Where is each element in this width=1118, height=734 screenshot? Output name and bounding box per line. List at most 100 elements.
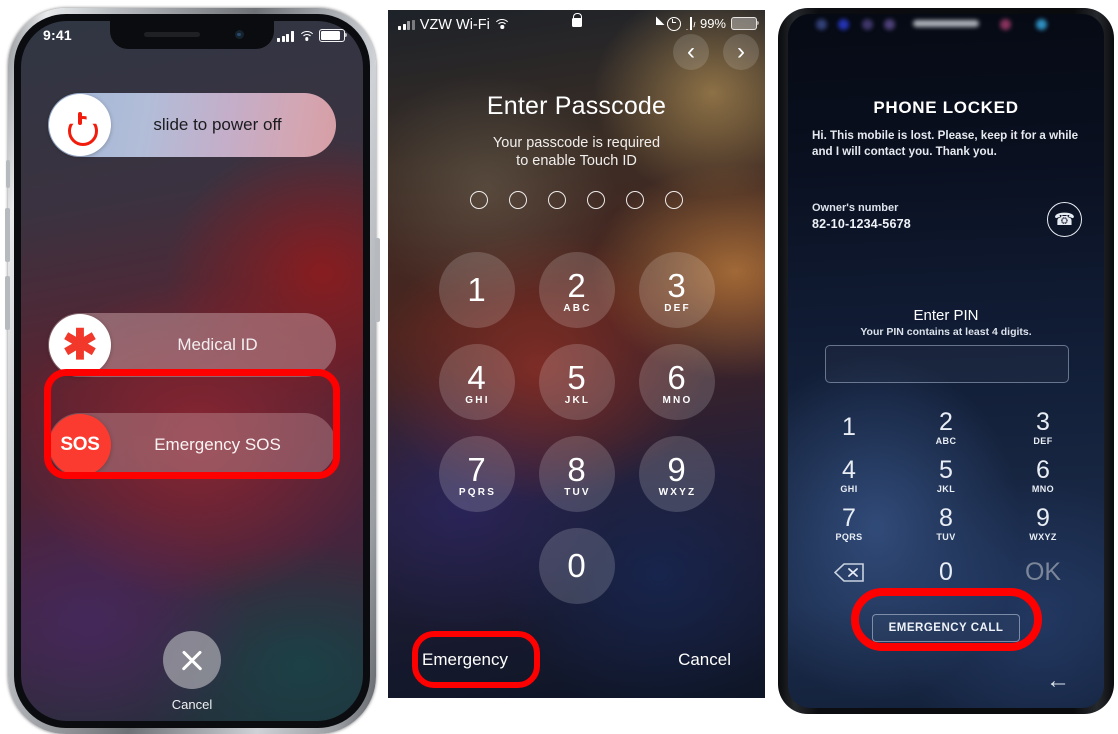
key-0[interactable]: 0 (538, 528, 615, 604)
key-3-number: 3 (667, 267, 686, 304)
phone-handset-icon[interactable]: ☎ (1047, 202, 1082, 237)
side-button-mute[interactable] (6, 160, 10, 188)
side-button-power[interactable] (375, 238, 380, 322)
back-arrow-icon[interactable]: ← (1046, 669, 1070, 693)
key-4-letters: GHI (465, 395, 490, 406)
status-dot-icon (838, 19, 849, 30)
owner-number-value: 82-10-1234-5678 (812, 217, 911, 231)
passcode-dots (388, 191, 765, 209)
key-5-number: 5 (939, 456, 953, 484)
bluetooth-icon (686, 17, 695, 30)
key-9-letters: WXYZ (658, 487, 697, 498)
wifi-icon (493, 19, 511, 30)
emergency-call-button[interactable]: EMERGENCY CALL (871, 614, 1021, 642)
chevron-left-icon: ‹ (687, 38, 695, 65)
key-7-number: 7 (467, 451, 486, 488)
key-3[interactable]: 3 DEF (995, 404, 1092, 452)
keypad-row: 1 2 ABC 3 DEF (438, 252, 715, 328)
phone-locked-title: PHONE LOCKED (873, 98, 1019, 117)
cancel-button[interactable] (163, 631, 221, 689)
status-dot-icon (1036, 19, 1047, 30)
key-4[interactable]: 4 GHI (801, 452, 898, 500)
keypad-row: 4 GHI 5 JKL 6 MNO (788, 452, 1104, 500)
key-3-number: 3 (1036, 408, 1050, 436)
key-7-number: 7 (842, 504, 856, 532)
alarm-icon (666, 16, 681, 31)
key-0-number: 0 (567, 547, 586, 584)
previous-screenshot-button[interactable]: ‹ (673, 34, 709, 70)
screenshot-stage: 9:41 slide to power off ✱ Medical ID SOS… (0, 0, 1118, 734)
key-5-number: 5 (567, 359, 586, 396)
cancel-button[interactable]: Cancel (678, 650, 731, 670)
key-5[interactable]: 5 JKL (538, 344, 615, 420)
front-camera (235, 30, 244, 39)
medical-id-slider[interactable]: ✱ Medical ID (48, 313, 336, 377)
passcode-bottom-bar: Emergency Cancel (388, 650, 765, 670)
keypad-row: 1 2 ABC 3 DEF (788, 404, 1104, 452)
key-2[interactable]: 2 ABC (538, 252, 615, 328)
key-2-number: 2 (939, 408, 953, 436)
battery-icon (319, 28, 348, 42)
key-6[interactable]: 6 MNO (638, 344, 715, 420)
key-1[interactable]: 1 (801, 404, 898, 452)
key-4-letters: GHI (840, 484, 858, 494)
notch (110, 21, 274, 49)
key-7[interactable]: 7 PQRS (438, 436, 515, 512)
key-9-number: 9 (1036, 504, 1050, 532)
key-5-letters: JKL (936, 484, 956, 494)
status-dot-icon (884, 19, 895, 30)
next-screenshot-button[interactable]: › (723, 34, 759, 70)
sos-badge: SOS (60, 434, 100, 455)
key-6-letters: MNO (1031, 484, 1055, 494)
panel-android-phone-locked: PHONE LOCKED Hi. This mobile is lost. Pl… (776, 0, 1118, 721)
key-6[interactable]: 6 MNO (995, 452, 1092, 500)
keypad-row: 7 PQRS 8 TUV 9 WXYZ (788, 500, 1104, 548)
key-7-letters: PQRS (458, 487, 497, 498)
carrier-info: VZW Wi-Fi (398, 17, 511, 33)
key-8[interactable]: 8 TUV (898, 500, 995, 548)
ok-button[interactable]: OK (995, 548, 1092, 596)
key-1[interactable]: 1 (438, 252, 515, 328)
emergency-call-row: EMERGENCY CALL (788, 614, 1104, 642)
backspace-button[interactable] (801, 548, 898, 596)
battery-percent-label: 99% (699, 16, 726, 31)
key-0[interactable]: 0 (898, 548, 995, 596)
keypad-row: 0 (538, 528, 615, 604)
key-7[interactable]: 7 PQRS (801, 500, 898, 548)
backspace-icon (834, 562, 864, 582)
key-8-letters: TUV (936, 532, 956, 542)
key-9[interactable]: 9 WXYZ (995, 500, 1092, 548)
key-6-number: 6 (667, 359, 686, 396)
panel-iphone-power-off: 9:41 slide to power off ✱ Medical ID SOS… (0, 0, 385, 734)
passcode-dot (587, 191, 605, 209)
key-9-letters: WXYZ (1029, 532, 1057, 542)
key-9[interactable]: 9 WXYZ (638, 436, 715, 512)
emergency-sos-slider[interactable]: SOS Emergency SOS (48, 413, 336, 477)
earpiece-speaker (144, 32, 200, 37)
pin-input[interactable] (825, 345, 1069, 383)
slide-to-power-off-slider[interactable]: slide to power off (48, 93, 336, 157)
key-3[interactable]: 3 DEF (638, 252, 715, 328)
key-6-letters: MNO (662, 395, 693, 406)
passcode-subtitle-line2: to enable Touch ID (516, 153, 637, 169)
status-bar: VZW Wi-Fi 99% (388, 12, 765, 38)
key-8[interactable]: 8 TUV (538, 436, 615, 512)
keypad-row: 7 PQRS 8 TUV 9 WXYZ (438, 436, 715, 512)
key-2-number: 2 (567, 267, 586, 304)
passcode-dot (665, 191, 683, 209)
side-button-volume-down[interactable] (5, 276, 10, 330)
key-4-number: 4 (467, 359, 486, 396)
chevron-right-icon: › (737, 38, 745, 65)
power-slider-label: slide to power off (153, 115, 282, 134)
key-2[interactable]: 2 ABC (898, 404, 995, 452)
passcode-title: Enter Passcode (486, 92, 667, 120)
side-button-volume-up[interactable] (5, 208, 10, 262)
emergency-button[interactable]: Emergency (422, 650, 508, 670)
passcode-dot (509, 191, 527, 209)
keypad-row: 4 GHI 5 JKL 6 MNO (438, 344, 715, 420)
key-4[interactable]: 4 GHI (438, 344, 515, 420)
cancel-control[interactable]: Cancel (163, 631, 221, 712)
key-5[interactable]: 5 JKL (898, 452, 995, 500)
key-8-number: 8 (939, 504, 953, 532)
key-4-number: 4 (842, 456, 856, 484)
